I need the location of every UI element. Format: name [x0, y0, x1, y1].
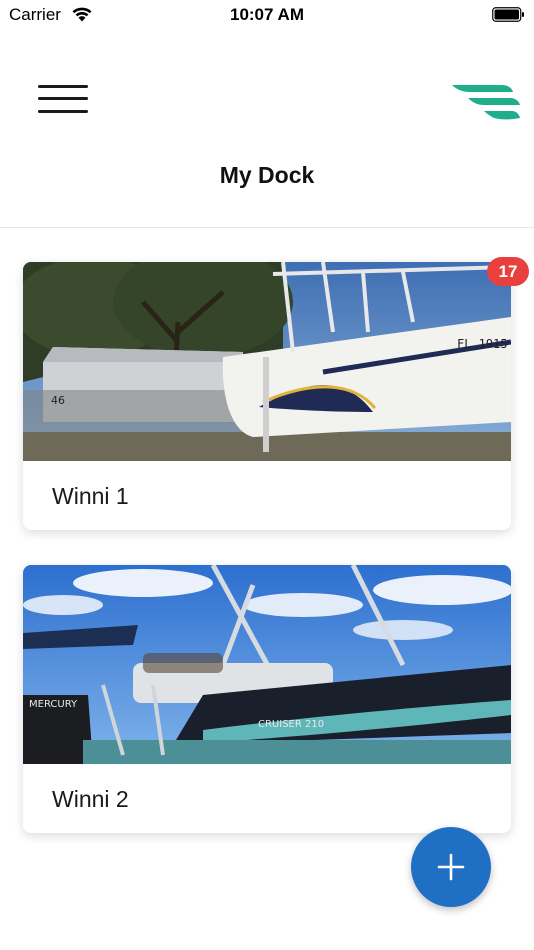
- status-bar: Carrier 10:07 AM: [0, 0, 534, 30]
- page-title: My Dock: [219, 162, 315, 188]
- app-header: My Dock: [0, 30, 534, 228]
- menu-line: [38, 97, 88, 100]
- boat-card-winni-1[interactable]: 46 FL 1915 NN Winni 1 17: [23, 257, 529, 530]
- brand-wing-logo: [452, 85, 520, 120]
- boat-name: Winni 1: [52, 483, 129, 509]
- boat-name: Winni 2: [52, 786, 129, 812]
- menu-line: [38, 110, 88, 113]
- boat-card-winni-2[interactable]: MERCURY CRUISER 210 Winni 2: [23, 565, 511, 833]
- svg-text:MERCURY: MERCURY: [29, 699, 78, 710]
- menu-line: [38, 85, 88, 88]
- svg-text:FL 1915 NN: FL 1915 NN: [457, 337, 511, 351]
- status-time: 10:07 AM: [229, 5, 304, 24]
- hamburger-menu-icon[interactable]: [36, 82, 90, 116]
- add-boat-button[interactable]: [411, 827, 491, 907]
- notification-badge: 17: [487, 257, 529, 286]
- svg-text:CRUISER 210: CRUISER 210: [258, 719, 324, 730]
- plus-icon: [437, 853, 465, 881]
- boat-photo: MERCURY CRUISER 210: [23, 565, 511, 764]
- battery-icon: [492, 7, 524, 22]
- boat-photo: 46 FL 1915 NN: [23, 262, 511, 461]
- svg-text:46: 46: [51, 394, 65, 407]
